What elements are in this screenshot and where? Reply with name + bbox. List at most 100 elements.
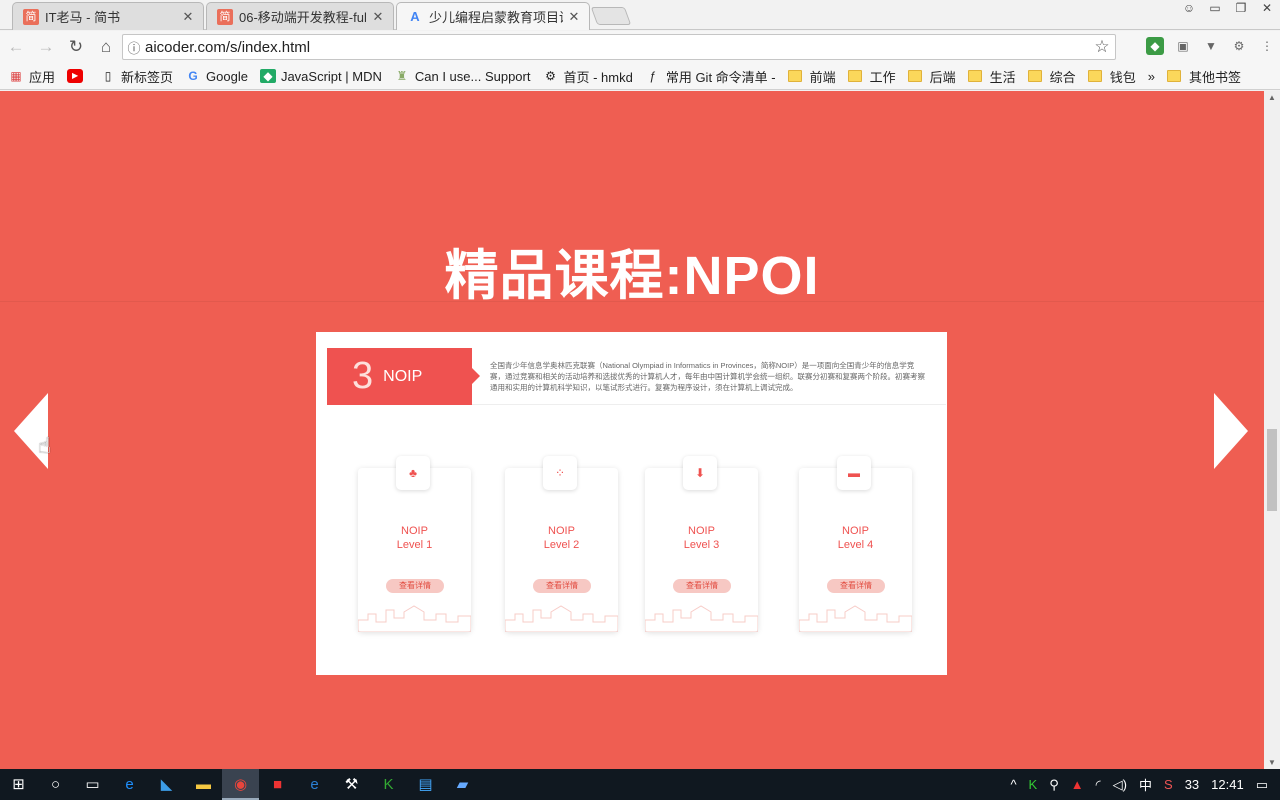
chrome-extension-icon[interactable]: ◆ xyxy=(1146,37,1164,55)
reload-button[interactable]: ↻ xyxy=(62,37,90,57)
ime-indicator[interactable]: 中 xyxy=(1139,775,1152,794)
gear-icon: ⚙ xyxy=(545,69,556,83)
bookmark-folder-life[interactable]: 生活 xyxy=(967,67,1016,86)
course-name: NOIP xyxy=(383,367,423,385)
clock[interactable]: 12:41 xyxy=(1211,777,1244,792)
extensions: ◆ ▣ ▼ ⚙ ⋮ xyxy=(1146,37,1276,55)
settings-extension-icon[interactable]: ⚙ xyxy=(1230,37,1248,55)
outlook-icon[interactable]: ▤ xyxy=(407,769,444,800)
folder-icon xyxy=(907,70,922,82)
level-card-1[interactable]: ♣ NOIP Level 1 查看详情 xyxy=(358,456,471,632)
url-text[interactable]: aicoder.com/s/index.html xyxy=(145,39,1089,56)
bookmark-apps[interactable]: ▦ 应用 xyxy=(8,67,55,86)
folder-icon xyxy=(1027,70,1042,82)
bookmark-hmkd[interactable]: ⚙ 首页 - hmkd xyxy=(542,67,633,86)
sogou-icon[interactable]: S xyxy=(1164,777,1173,792)
bookmark-folder-misc[interactable]: 综合 xyxy=(1027,67,1076,86)
address-bar[interactable]: ⓘ aicoder.com/s/index.html ☆ xyxy=(122,34,1116,60)
hand-cursor-icon: ☝ xyxy=(38,433,52,458)
view-details-button[interactable]: 查看详情 xyxy=(386,579,444,593)
task-view-icon[interactable]: ▭ xyxy=(74,769,111,800)
level-3-icon: ⬇ xyxy=(683,456,717,490)
image-extension-icon[interactable]: ▣ xyxy=(1174,37,1192,55)
scrollbar-thumb[interactable] xyxy=(1267,429,1277,511)
bookmark-other[interactable]: 其他书签 xyxy=(1166,67,1241,86)
windows-taskbar: ⊞ ○ ▭ e ◣ ▬ ◉ ■ e ⚒ K ▤ ▰ ^ K ⚲ ▲ ◜ ◁) 中… xyxy=(0,769,1280,800)
notification-icon[interactable]: ▭ xyxy=(1256,777,1268,793)
youtube-icon: ▶ xyxy=(67,69,84,83)
info-icon[interactable]: ⓘ xyxy=(123,38,145,57)
view-details-button[interactable]: 查看详情 xyxy=(673,579,731,593)
bookmark-folder-work[interactable]: 工作 xyxy=(847,67,896,86)
back-button[interactable]: ← xyxy=(2,37,30,57)
apps-icon: ▦ xyxy=(10,69,22,83)
bookmark-mdn[interactable]: ◆ JavaScript | MDN xyxy=(259,69,382,84)
scroll-down-icon[interactable]: ▼ xyxy=(1268,758,1276,767)
bookmark-star-icon[interactable]: ☆ xyxy=(1089,37,1115,57)
close-icon[interactable]: ✕ xyxy=(371,9,385,25)
bookmark-newtab[interactable]: ▯ 新标签页 xyxy=(100,67,173,86)
new-tab-button[interactable] xyxy=(590,7,632,25)
kingsoft-tray-icon[interactable]: K xyxy=(1029,777,1038,792)
bookmark-google[interactable]: G Google xyxy=(185,69,248,84)
caniuse-icon: ♜ xyxy=(396,69,408,83)
level-card-2[interactable]: ⁘ NOIP Level 2 查看详情 xyxy=(505,456,618,632)
network-icon[interactable]: ◜ xyxy=(1096,777,1101,793)
bookmark-youtube[interactable]: ▶ xyxy=(67,69,88,83)
volume-icon[interactable]: ◁) xyxy=(1113,777,1127,793)
window-controls: ☺ ▭ ❐ ✕ xyxy=(1176,0,1280,18)
card-text: NOIP Level 3 xyxy=(683,525,720,551)
aicoder-icon: A xyxy=(410,8,420,24)
page-title: 精品课程:NPOI xyxy=(444,246,820,306)
menu-icon[interactable]: ⋮ xyxy=(1258,37,1276,55)
home-button[interactable]: ⌂ xyxy=(92,37,120,57)
ie-icon[interactable]: e xyxy=(296,769,333,800)
forward-button[interactable]: → xyxy=(32,37,60,57)
tab-aicoder[interactable]: A 少儿编程启蒙教育项目讲 ✕ xyxy=(396,2,590,30)
tab-mobile-tutorial[interactable]: 简 06-移动端开发教程-fullp ✕ xyxy=(206,2,394,30)
city-skyline-decoration xyxy=(358,605,471,632)
browser-toolbar: ← → ↻ ⌂ ⓘ aicoder.com/s/index.html ☆ ◆ ▣… xyxy=(0,31,1280,63)
page-content: 精品课程:NPOI ☝ 3 NOIP 全国青少年信息学奥林匹克联赛（Nation… xyxy=(0,91,1264,769)
edge-icon[interactable]: e xyxy=(111,769,148,800)
course-panel: 3 NOIP 全国青少年信息学奥林匹克联赛（National Olympiad … xyxy=(316,332,947,675)
level-card-4[interactable]: ▬ NOIP Level 4 查看详情 xyxy=(799,456,912,632)
tray-temp: 33 xyxy=(1184,777,1200,792)
scroll-up-icon[interactable]: ▲ xyxy=(1268,93,1276,102)
card-text: NOIP Level 2 xyxy=(543,525,580,551)
tray-app-icon[interactable]: ▲ xyxy=(1071,777,1084,792)
bookmark-folder-frontend[interactable]: 前端 xyxy=(787,67,836,86)
app-red-icon[interactable]: ■ xyxy=(259,769,296,800)
bookmark-git[interactable]: ƒ 常用 Git 命令清单 - xyxy=(645,67,775,86)
bookmark-folder-backend[interactable]: 后端 xyxy=(907,67,956,86)
chrome-icon[interactable]: ◉ xyxy=(222,769,259,800)
close-icon[interactable]: ✕ xyxy=(567,9,581,25)
page-scrollbar[interactable]: ▲ ▼ xyxy=(1264,91,1280,769)
tab-jianshu[interactable]: 简 IT老马 - 简书 ✕ xyxy=(12,2,204,30)
kingsoft-icon[interactable]: K xyxy=(370,769,407,800)
cortana-icon[interactable]: ○ xyxy=(37,769,74,800)
jianshu-icon: 简 xyxy=(23,8,39,25)
bookmark-caniuse[interactable]: ♜ Can I use... Support xyxy=(394,69,530,84)
vue-devtools-icon[interactable]: ▼ xyxy=(1202,37,1220,55)
profile-icon[interactable]: ☺ xyxy=(1176,0,1202,18)
remote-desktop-icon[interactable]: ▰ xyxy=(444,769,481,800)
close-icon[interactable]: ✕ xyxy=(181,9,195,25)
tray-tool-icon[interactable]: ⚲ xyxy=(1049,777,1059,793)
view-details-button[interactable]: 查看详情 xyxy=(533,579,591,593)
minimize-button[interactable]: ▭ xyxy=(1202,0,1228,18)
vscode-icon[interactable]: ◣ xyxy=(148,769,185,800)
bookmark-folder-wallet[interactable]: 钱包 xyxy=(1087,67,1136,86)
folder-icon xyxy=(787,70,802,82)
slide-next-arrow[interactable] xyxy=(1214,393,1248,469)
close-window-button[interactable]: ✕ xyxy=(1254,0,1280,18)
tools-icon[interactable]: ⚒ xyxy=(333,769,370,800)
view-details-button[interactable]: 查看详情 xyxy=(827,579,885,593)
tray-expand-icon[interactable]: ^ xyxy=(1010,777,1016,792)
restore-button[interactable]: ❐ xyxy=(1228,0,1254,18)
level-card-3[interactable]: ⬇ NOIP Level 3 查看详情 xyxy=(645,456,758,632)
windows-start-icon[interactable]: ⊞ xyxy=(0,769,37,800)
git-icon: ƒ xyxy=(649,69,657,83)
bookmarks-more-button[interactable]: » xyxy=(1148,69,1155,84)
file-explorer-icon[interactable]: ▬ xyxy=(185,769,222,800)
